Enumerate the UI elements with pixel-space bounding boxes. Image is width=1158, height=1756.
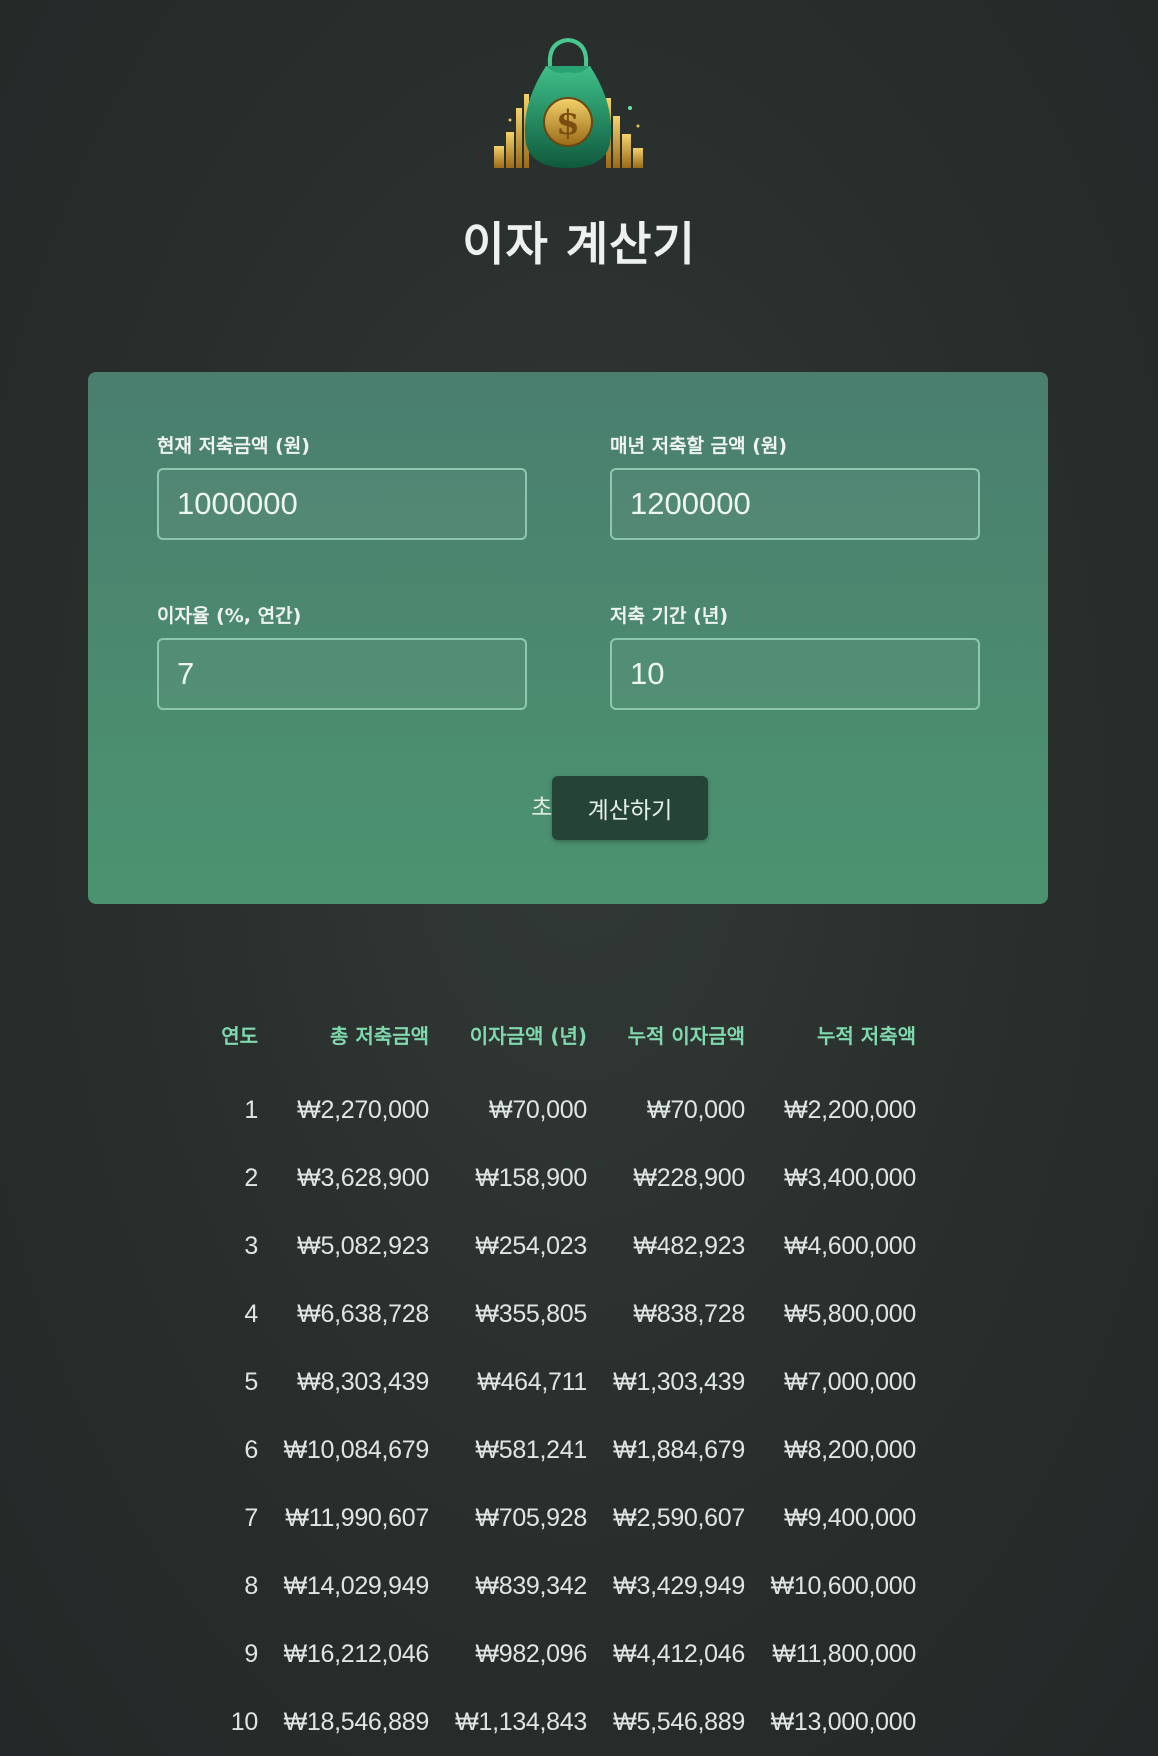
cell-cumulative-deposit: ₩4,600,000	[784, 1231, 916, 1260]
cell-year: 8	[244, 1571, 258, 1600]
cell-cumulative-interest: ₩2,590,607	[613, 1503, 745, 1532]
header-yearly-interest: 이자금액 (년)	[469, 1024, 587, 1048]
header-total-savings: 총 저축금액	[330, 1024, 429, 1048]
annual-deposit-input[interactable]	[610, 468, 980, 540]
cell-year: 6	[244, 1435, 258, 1464]
period-input[interactable]	[610, 638, 980, 710]
table-row: 10 ₩18,546,889 ₩1,134,843 ₩5,546,889 ₩13,000…	[200, 1688, 917, 1756]
results-table: 연도 총 저축금액 이자금액 (년) 누적 이자금액 누적 저축액 1 ₩2,27…	[200, 1020, 916, 1756]
cell-cumulative-interest: ₩3,429,949	[613, 1571, 745, 1600]
header-cumulative-deposit: 누적 저축액	[817, 1024, 916, 1048]
cell-yearly-interest: ₩70,000	[489, 1095, 587, 1124]
cell-total-savings: ₩10,084,679	[283, 1435, 430, 1464]
table-row: 9 ₩16,212,046 ₩982,096 ₩4,412,046 ₩11,800,00…	[200, 1620, 916, 1688]
header-year: 연도	[221, 1024, 258, 1048]
cell-yearly-interest: ₩1,134,843	[455, 1707, 587, 1736]
cell-yearly-interest: ₩982,096	[475, 1639, 587, 1668]
cell-cumulative-interest: ₩1,884,679	[613, 1435, 745, 1464]
cell-year: 2	[244, 1163, 258, 1192]
cell-cumulative-interest: ₩1,303,439	[613, 1367, 745, 1396]
cell-cumulative-interest: ₩4,412,046	[613, 1639, 745, 1668]
cell-cumulative-deposit: ₩9,400,000	[784, 1503, 916, 1532]
cell-yearly-interest: ₩464,711	[477, 1367, 587, 1396]
annual-deposit-field: 매년 저축할 금액 (원)	[610, 434, 980, 540]
cell-total-savings: ₩8,303,439	[297, 1367, 429, 1396]
cell-cumulative-deposit: ₩11,800,000	[772, 1639, 916, 1668]
cell-yearly-interest: ₩254,023	[475, 1231, 587, 1260]
cell-total-savings: ₩2,270,000	[297, 1095, 429, 1124]
table-row: 3 ₩5,082,923 ₩254,023 ₩482,923 ₩4,600,000	[200, 1212, 916, 1280]
table-row: 5 ₩8,303,439 ₩464,711 ₩1,303,439 ₩7,000,000	[200, 1348, 916, 1416]
table-row: 2 ₩3,628,900 ₩158,900 ₩228,900 ₩3,400,000	[200, 1144, 916, 1212]
interest-rate-field: 이자율 (%, 연간)	[157, 604, 527, 710]
svg-text:$: $	[556, 103, 580, 143]
cell-cumulative-interest: ₩482,923	[633, 1231, 745, 1260]
interest-rate-input[interactable]	[157, 638, 527, 710]
calculate-button[interactable]: 계산하기	[552, 776, 708, 840]
table-row: 4 ₩6,638,728 ₩355,805 ₩838,728 ₩5,800,000	[200, 1280, 916, 1348]
cell-cumulative-deposit: ₩13,000,000	[770, 1707, 917, 1736]
cell-total-savings: ₩3,628,900	[297, 1163, 429, 1192]
cell-cumulative-deposit: ₩8,200,000	[784, 1435, 916, 1464]
cell-yearly-interest: ₩581,241	[475, 1435, 587, 1464]
money-bag-icon: $	[488, 36, 648, 170]
cell-cumulative-interest: ₩838,728	[633, 1299, 745, 1328]
cell-total-savings: ₩6,638,728	[297, 1299, 429, 1328]
cell-year: 9	[244, 1639, 258, 1668]
table-header-row: 연도 총 저축금액 이자금액 (년) 누적 이자금액 누적 저축액	[200, 1020, 916, 1076]
table-row: 8 ₩14,029,949 ₩839,342 ₩3,429,949 ₩10,600,00…	[200, 1552, 916, 1620]
table-row: 6 ₩10,084,679 ₩581,241 ₩1,884,679 ₩8,200,000	[200, 1416, 916, 1484]
cell-total-savings: ₩5,082,923	[297, 1231, 429, 1260]
calculator-form: 현재 저축금액 (원) 매년 저축할 금액 (원) 이자율 (%, 연간) 저축…	[88, 372, 1048, 904]
period-label: 저축 기간 (년)	[610, 605, 728, 627]
cell-total-savings: ₩18,546,889	[283, 1707, 430, 1736]
cell-cumulative-deposit: ₩5,800,000	[784, 1299, 916, 1328]
table-row: 7 ₩11,990,607 ₩705,928 ₩2,590,607 ₩9,400,000	[200, 1484, 916, 1552]
current-savings-input[interactable]	[157, 468, 527, 540]
cell-yearly-interest: ₩355,805	[475, 1299, 587, 1328]
period-field: 저축 기간 (년)	[610, 604, 980, 710]
cell-year: 5	[244, 1367, 258, 1396]
cell-total-savings: ₩14,029,949	[283, 1571, 430, 1600]
cell-cumulative-interest: ₩5,546,889	[613, 1707, 745, 1736]
page-title: 이자 계산기	[462, 217, 696, 271]
cell-yearly-interest: ₩839,342	[475, 1571, 587, 1600]
cell-cumulative-deposit: ₩7,000,000	[784, 1367, 916, 1396]
cell-yearly-interest: ₩158,900	[475, 1163, 587, 1192]
cell-year: 10	[230, 1707, 259, 1736]
cell-yearly-interest: ₩705,928	[475, 1503, 587, 1532]
table-row: 1 ₩2,270,000 ₩70,000 ₩70,000 ₩2,200,000	[200, 1076, 916, 1144]
cell-cumulative-deposit: ₩2,200,000	[784, 1095, 916, 1124]
annual-deposit-label: 매년 저축할 금액 (원)	[610, 435, 788, 457]
cell-total-savings: ₩11,990,607	[285, 1503, 429, 1532]
cell-year: 4	[244, 1299, 258, 1328]
interest-rate-label: 이자율 (%, 연간)	[157, 605, 302, 627]
cell-total-savings: ₩16,212,046	[283, 1639, 430, 1668]
cell-year: 7	[244, 1503, 258, 1532]
cell-year: 1	[244, 1095, 258, 1124]
current-savings-field: 현재 저축금액 (원)	[157, 434, 527, 540]
cell-cumulative-deposit: ₩3,400,000	[784, 1163, 916, 1192]
cell-cumulative-interest: ₩70,000	[647, 1095, 745, 1124]
cell-year: 3	[244, 1231, 258, 1260]
current-savings-label: 현재 저축금액 (원)	[157, 435, 310, 457]
cell-cumulative-deposit: ₩10,600,000	[770, 1571, 917, 1600]
cell-cumulative-interest: ₩228,900	[633, 1163, 745, 1192]
header-cumulative-interest: 누적 이자금액	[627, 1024, 745, 1048]
